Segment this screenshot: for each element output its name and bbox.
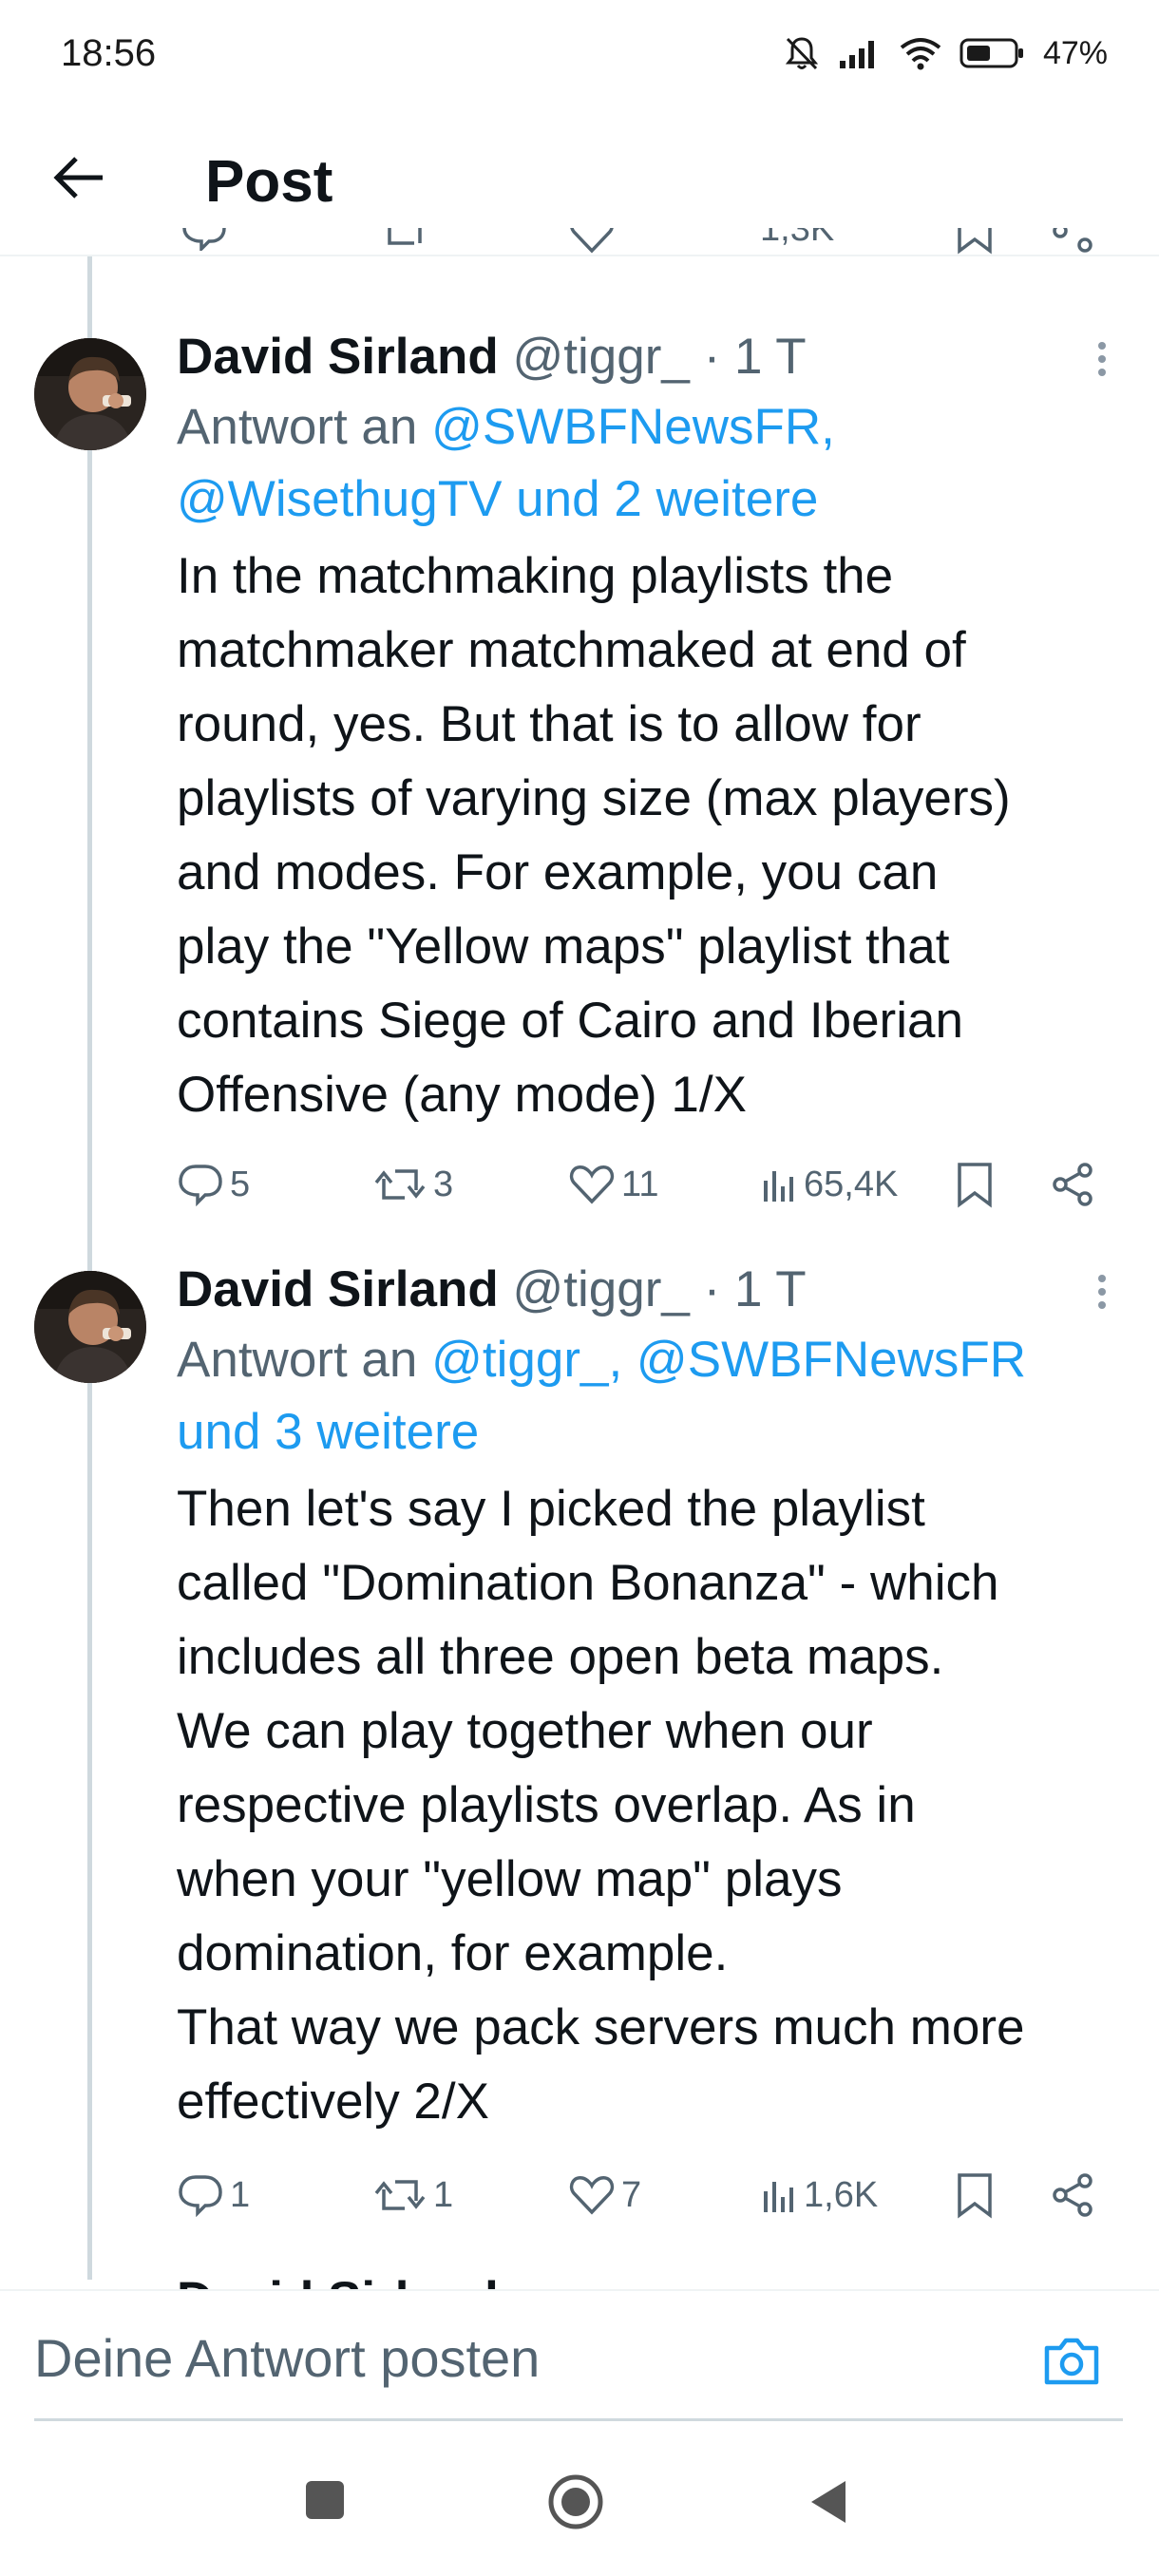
reply-icon — [179, 2175, 222, 2217]
camera-icon[interactable] — [1041, 2335, 1102, 2388]
tweet-time[interactable]: 1 T — [734, 1261, 807, 1317]
tweet-actions: 1 1 7 1,6K — [177, 2162, 1127, 2228]
page-title: Post — [205, 149, 333, 215]
like-icon — [569, 2176, 615, 2215]
system-nav-bar — [0, 2432, 1159, 2576]
reply-mentions-more[interactable]: @WisethugTV und 2 weitere — [177, 471, 818, 527]
status-time: 18:56 — [61, 32, 157, 74]
author-handle[interactable]: @tiggr_ — [512, 1261, 689, 1317]
avatar[interactable] — [34, 1271, 146, 1383]
bookmark-button[interactable] — [956, 2162, 994, 2228]
author-handle[interactable]: @tiggr_ — [512, 329, 689, 385]
repost-icon — [374, 2180, 426, 2210]
views-button[interactable]: 1,6K — [760, 2162, 878, 2228]
bookmark-icon — [958, 1163, 992, 1208]
repost-button[interactable]: 3 — [372, 1151, 453, 1218]
reply-to-line: Antwort an @tiggr_, @SWBFNewsFR und 3 we… — [177, 1324, 1121, 1468]
reply-count: 1 — [230, 2174, 251, 2215]
bookmark-icon[interactable] — [956, 228, 994, 255]
reply-count: 5 — [230, 1164, 251, 1204]
mute-icon — [785, 37, 819, 70]
share-icon — [1053, 2173, 1092, 2217]
views-count: 1,6K — [804, 2174, 879, 2215]
avatar-image — [34, 338, 146, 450]
reply-prefix: Antwort an — [177, 1332, 418, 1388]
views-icon — [764, 1171, 793, 1202]
tweet-content: David Sirland @tiggr_ · 1 T Antwort an @… — [177, 323, 1121, 1132]
repost-count: 3 — [433, 1164, 454, 1204]
reply-input-underline — [34, 2418, 1123, 2421]
status-icons: 47% — [783, 27, 1108, 80]
home-circle-icon[interactable] — [547, 2473, 604, 2530]
separator-dot: · — [703, 1261, 721, 1317]
share-button[interactable] — [1049, 2162, 1096, 2228]
like-button[interactable]: 11 — [568, 1151, 658, 1218]
views-icon — [764, 2182, 793, 2212]
like-count: 11 — [621, 1164, 659, 1204]
bookmark-button[interactable] — [956, 1151, 994, 1218]
avatar[interactable] — [34, 338, 146, 450]
wifi-icon — [900, 38, 941, 70]
reply-mentions[interactable]: @SWBFNewsFR, — [431, 399, 835, 455]
views-count: 65,4K — [804, 1164, 899, 1204]
like-button[interactable]: 7 — [568, 2162, 641, 2228]
repost-icon[interactable] — [376, 228, 433, 253]
share-button[interactable] — [1049, 1151, 1096, 1218]
reply-icon — [179, 1165, 222, 1206]
author-name[interactable]: David Sirland — [177, 1261, 499, 1317]
tweet-content: David Sirland @tiggr_ · 1 T Antwort an @… — [177, 1256, 1121, 2139]
like-count: 7 — [621, 2174, 642, 2215]
tweet-time[interactable]: 1 T — [734, 329, 807, 385]
like-icon[interactable] — [568, 228, 616, 255]
status-bar: 18:56 47% — [0, 0, 1159, 104]
header-divider — [0, 255, 1159, 256]
author-name[interactable]: David Sirland — [177, 329, 499, 385]
avatar-image — [34, 1271, 146, 1383]
reply-composer[interactable]: Deine Antwort posten — [0, 2289, 1159, 2422]
tweet-author-row: David Sirland @tiggr_ · 1 T — [177, 323, 1121, 391]
reply-icon[interactable] — [180, 228, 228, 251]
share-icon[interactable] — [1049, 228, 1096, 255]
reply-button[interactable]: 5 — [177, 1151, 250, 1218]
reply-button[interactable]: 1 — [177, 2162, 250, 2228]
battery-percent: 47% — [1042, 34, 1108, 71]
reply-input[interactable]: Deine Antwort posten — [34, 2327, 540, 2389]
signal-icon — [839, 41, 874, 68]
back-triangle-icon[interactable] — [808, 2479, 849, 2525]
recents-square-icon[interactable] — [304, 2479, 346, 2521]
reply-mentions[interactable]: @tiggr_, @SWBFNewsFR — [431, 1332, 1026, 1388]
views-count: 1,3K — [760, 228, 835, 249]
reply-prefix: Antwort an — [177, 399, 418, 455]
thread-line — [87, 256, 92, 2280]
battery-icon — [960, 38, 1023, 68]
share-icon — [1053, 1163, 1092, 1206]
tweet-text: In the matchmaking playlists the matchma… — [177, 548, 1011, 1123]
previous-tweet-actions: 1,3K — [0, 228, 1159, 256]
tweet-author-row: David Sirland @tiggr_ · 1 T — [177, 1256, 1121, 1324]
separator-dot: · — [703, 329, 721, 385]
back-arrow-icon[interactable] — [49, 147, 110, 208]
next-tweet-author-peek: David Sirland — [177, 2266, 499, 2289]
repost-count: 1 — [433, 2174, 454, 2215]
reply-mentions-more[interactable]: und 3 weitere — [177, 1404, 479, 1460]
like-icon — [569, 1165, 615, 1204]
repost-icon — [374, 1169, 426, 1200]
views-button[interactable]: 65,4K — [760, 1151, 898, 1218]
reply-to-line: Antwort an @SWBFNewsFR, @WisethugTV und … — [177, 391, 1121, 536]
repost-button[interactable]: 1 — [372, 2162, 453, 2228]
tweet-text: Then let's say I picked the playlist cal… — [177, 1481, 1025, 2130]
bookmark-icon — [958, 2173, 992, 2219]
tweet-actions: 5 3 11 65,4K — [177, 1151, 1127, 1218]
